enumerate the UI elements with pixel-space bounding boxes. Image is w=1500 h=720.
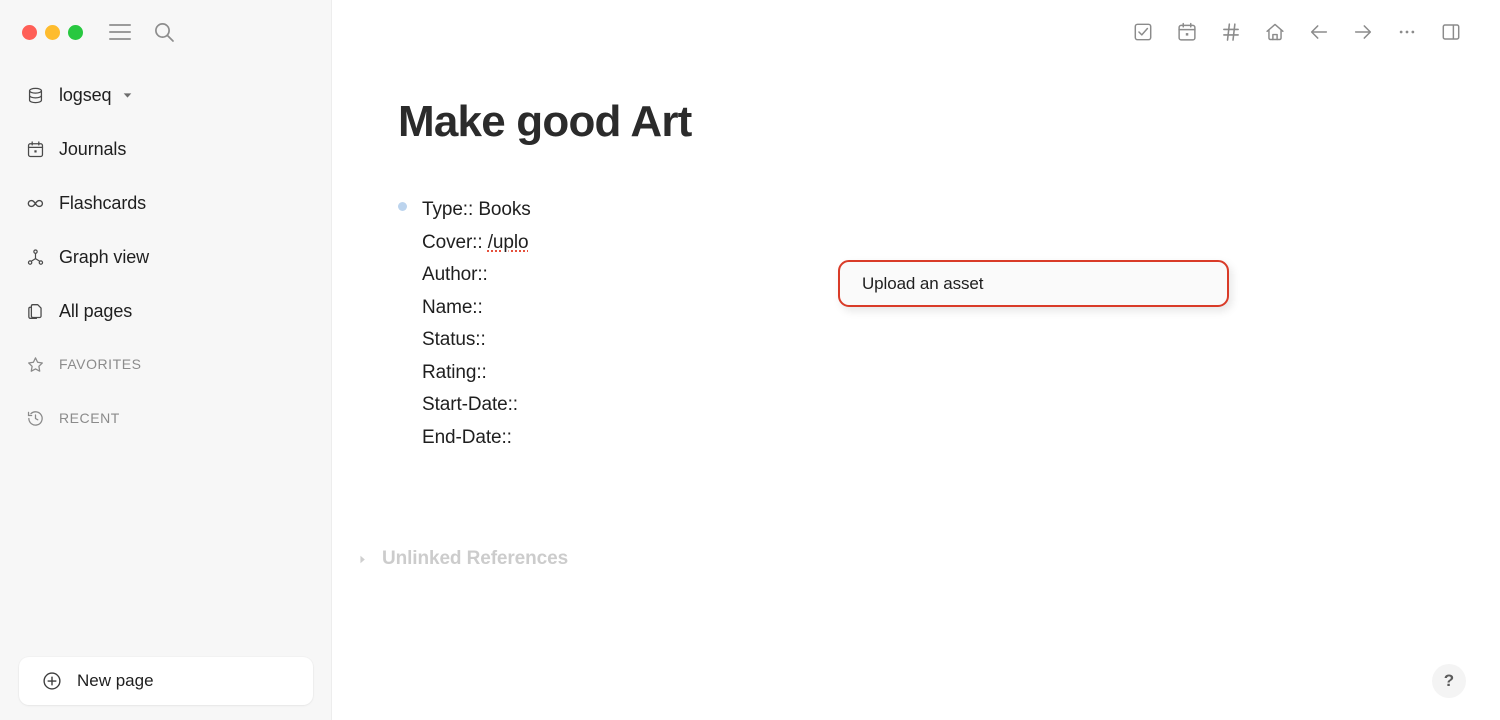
property-row[interactable]: Type:: Books xyxy=(422,194,1098,227)
new-page-container: New page xyxy=(19,657,313,705)
property-key: Start-Date:: xyxy=(422,394,518,415)
property-block: Type:: Books Cover:: /uplo Author:: Name… xyxy=(398,194,1098,454)
property-row[interactable]: Start-Date:: xyxy=(422,389,1098,422)
sidebar-item-label: Graph view xyxy=(59,246,150,267)
unlinked-references-toggle[interactable]: Unlinked References xyxy=(354,548,568,570)
sidebar-item-label: Flashcards xyxy=(59,192,147,213)
ellipsis-icon[interactable] xyxy=(1385,10,1429,54)
help-button[interactable]: ? xyxy=(1432,664,1466,698)
sidebar-item-journals[interactable]: Journals xyxy=(12,133,319,165)
traffic-lights xyxy=(22,24,83,40)
question-mark-icon: ? xyxy=(1443,671,1455,690)
block-bullet[interactable] xyxy=(398,202,407,211)
hash-icon[interactable] xyxy=(1209,10,1253,54)
pages-icon xyxy=(24,300,46,322)
graph-name-label: logseq xyxy=(59,84,112,105)
new-page-label: New page xyxy=(77,671,154,690)
main-content-area: Make good Art Type:: Books Cover:: /uplo… xyxy=(332,0,1500,720)
property-key: Status:: xyxy=(422,329,486,350)
clock-history-icon xyxy=(24,407,46,429)
infinity-icon xyxy=(24,192,46,214)
graph-icon xyxy=(24,246,46,268)
calendar-icon[interactable] xyxy=(1165,10,1209,54)
sidebar-section-label: RECENT xyxy=(59,410,120,426)
window-controls-bar xyxy=(0,0,331,64)
sidebar-item-graph-view[interactable]: Graph view xyxy=(12,241,319,273)
close-window-button[interactable] xyxy=(22,24,37,40)
property-key: End-Date:: xyxy=(422,426,512,448)
property-row[interactable]: Rating:: xyxy=(422,357,1098,390)
hamburger-menu-icon[interactable] xyxy=(109,21,131,43)
property-key: Rating:: xyxy=(422,361,487,383)
arrow-right-icon[interactable] xyxy=(1341,10,1385,54)
arrow-left-icon[interactable] xyxy=(1297,10,1341,54)
property-key: Type:: xyxy=(422,199,474,220)
autocomplete-option-upload-asset[interactable]: Upload an asset xyxy=(862,274,983,294)
property-value: /uplo xyxy=(487,231,529,253)
minimize-window-button[interactable] xyxy=(45,24,60,40)
plus-circle-icon xyxy=(41,670,63,692)
sidebar-item-graph-selector[interactable]: logseq xyxy=(12,79,319,111)
chevron-down-icon[interactable] xyxy=(121,89,134,102)
sidebar-item-label: Journals xyxy=(59,138,127,159)
new-page-button[interactable]: New page xyxy=(19,657,313,705)
todo-icon[interactable] xyxy=(1121,10,1165,54)
sidebar-section-favorites[interactable]: FAVORITES xyxy=(12,348,319,380)
search-icon[interactable] xyxy=(152,20,176,44)
property-row[interactable]: Cover:: /uplo xyxy=(422,227,1098,260)
property-key: Cover:: xyxy=(422,231,483,253)
sidebar-nav: logseq Journals Flashcards Graph view Al… xyxy=(0,64,331,434)
maximize-window-button[interactable] xyxy=(68,24,83,40)
property-row[interactable]: Status:: xyxy=(422,324,1098,357)
triangle-right-icon xyxy=(354,551,370,567)
property-list: Type:: Books Cover:: /uplo Author:: Name… xyxy=(422,194,1098,454)
page-title[interactable]: Make good Art xyxy=(398,97,692,146)
sidebar-section-label: FAVORITES xyxy=(59,356,142,372)
left-sidebar: logseq Journals Flashcards Graph view Al… xyxy=(0,0,332,720)
property-value: Books xyxy=(478,199,531,220)
database-icon xyxy=(24,84,46,106)
property-row[interactable]: End-Date:: xyxy=(422,422,1098,455)
unlinked-references-label: Unlinked References xyxy=(382,548,569,569)
property-key: Author:: xyxy=(422,264,488,285)
sidebar-item-flashcards[interactable]: Flashcards xyxy=(12,187,319,219)
logseq-app-window: logseq Journals Flashcards Graph view Al… xyxy=(0,0,1500,720)
sidebar-item-all-pages[interactable]: All pages xyxy=(12,295,319,327)
home-icon[interactable] xyxy=(1253,10,1297,54)
top-toolbar xyxy=(1121,0,1500,64)
property-key: Name:: xyxy=(422,296,483,318)
sidebar-section-recent[interactable]: RECENT xyxy=(12,402,319,434)
calendar-icon xyxy=(24,138,46,160)
slash-command-autocomplete-popup[interactable]: Upload an asset xyxy=(838,260,1229,307)
right-sidebar-icon[interactable] xyxy=(1429,10,1473,54)
sidebar-item-label: All pages xyxy=(59,300,133,321)
star-icon xyxy=(24,353,46,375)
